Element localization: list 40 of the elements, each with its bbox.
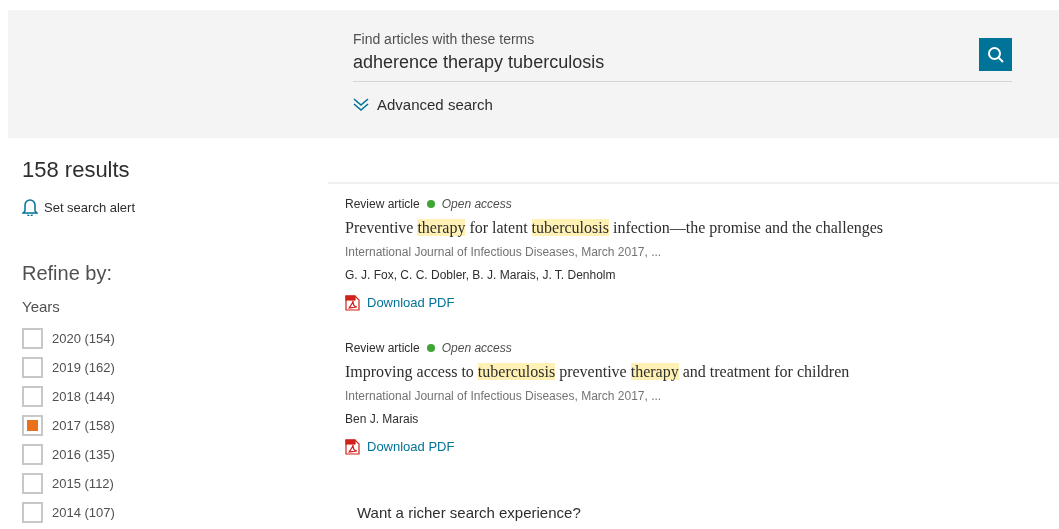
promo-heading: Want a richer search experience? — [357, 502, 582, 523]
year-option-label: 2017 (158) — [52, 416, 115, 435]
results-count: 158 results — [22, 156, 131, 184]
article-type: Review article — [345, 339, 420, 356]
checkbox[interactable] — [22, 386, 43, 407]
year-option-label: 2014 (107) — [52, 503, 115, 522]
bell-icon — [22, 199, 38, 217]
year-option-label: 2020 (154) — [52, 329, 115, 348]
year-option-label: 2016 (135) — [52, 445, 115, 464]
pdf-icon — [345, 294, 360, 311]
download-pdf-link[interactable]: Download PDF — [345, 293, 455, 313]
article-title-link[interactable]: Preventive therapy for latent tuberculosis infection—the promise and the challenges — [345, 218, 1059, 238]
article-title-link[interactable]: Improving access to tuberculosis preventive therapy and treatment for children — [345, 361, 1059, 382]
journal-source: International Journal of Infectious Diseases, March 2017, ... — [345, 387, 663, 405]
checkbox[interactable] — [22, 415, 43, 436]
checkbox[interactable] — [22, 357, 43, 378]
search-icon — [986, 45, 1005, 64]
refine-heading: Refine by: — [22, 260, 114, 286]
advanced-search-link[interactable]: Advanced search — [353, 94, 493, 117]
double-chevron-icon — [353, 98, 369, 113]
search-field[interactable]: adherence therapy tuberculosis — [353, 50, 979, 74]
access-label: Open access — [441, 196, 512, 212]
pdf-icon — [345, 438, 360, 455]
checkbox[interactable] — [22, 444, 43, 465]
year-option-label: 2015 (112) — [52, 474, 114, 493]
journal-source: International Journal of Infectious Diseases, March 2017, ... — [345, 244, 663, 261]
checkbox[interactable] — [22, 328, 43, 349]
download-pdf-link[interactable]: Download PDF — [345, 436, 455, 457]
search-alert-link[interactable]: Set search alert — [22, 198, 328, 218]
year-option-label: 2018 (144) — [52, 387, 115, 406]
search-label: Find articles with these terms — [353, 30, 536, 48]
authors: Ben J. Marais — [345, 410, 420, 428]
checkbox[interactable] — [22, 473, 43, 494]
authors: G. J. Fox, C. C. Dobler, B. J. Marais, J. T. Denholm — [345, 267, 617, 284]
checkbox[interactable] — [22, 502, 43, 523]
article-type: Review article — [345, 196, 420, 212]
search-button[interactable] — [979, 38, 1012, 71]
access-label: Open access — [441, 339, 512, 356]
filter-section-heading: Years — [22, 296, 61, 317]
year-option-label: 2019 (162) — [52, 358, 115, 377]
